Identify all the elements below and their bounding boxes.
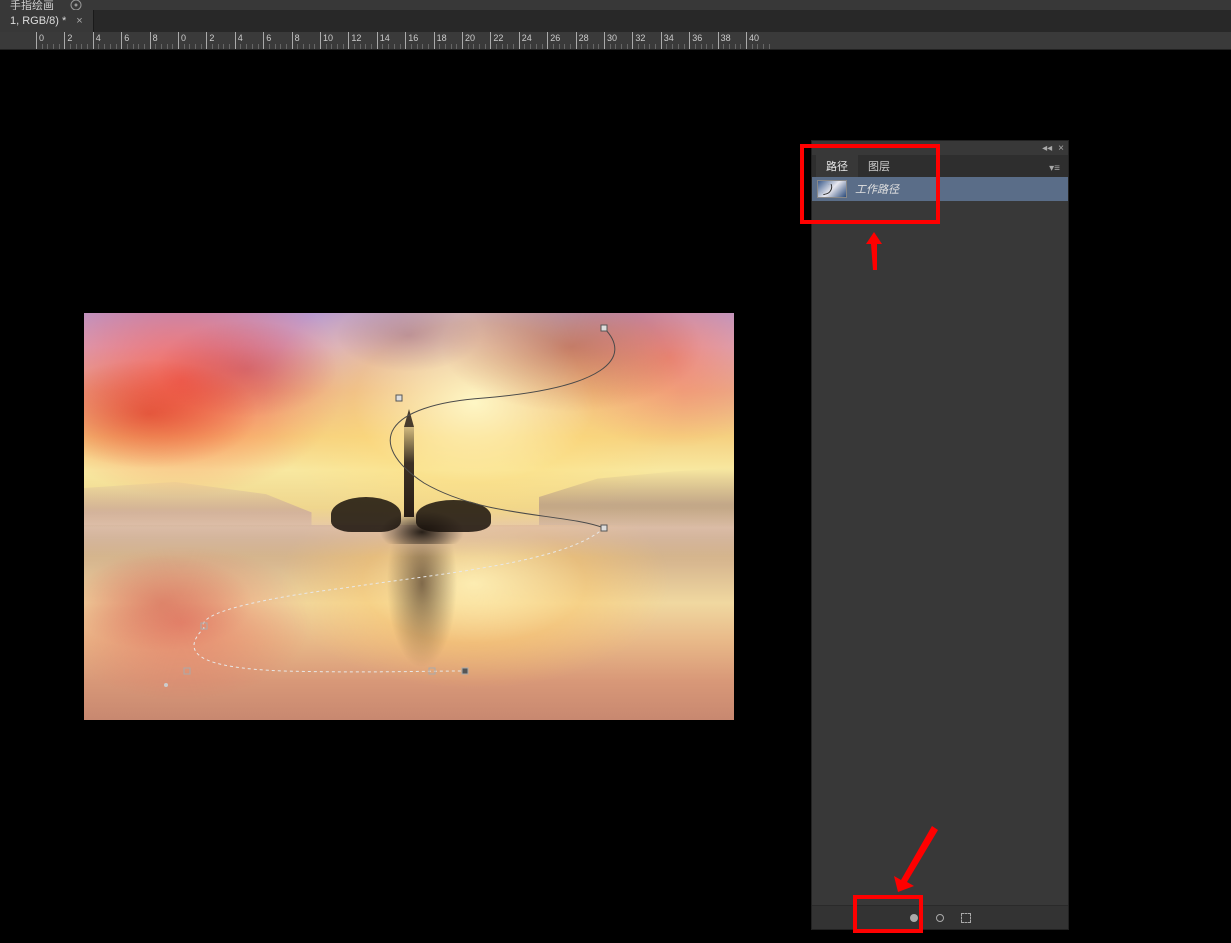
collapse-icon[interactable]: ◂◂ (1042, 143, 1052, 154)
close-icon[interactable]: × (1058, 143, 1064, 154)
document-tab-label: 1, RGB/8) * (10, 15, 66, 27)
path-thumbnail (817, 180, 847, 198)
options-bar: 手指绘画 (0, 0, 1231, 10)
ruler-horizontal[interactable]: 0246802468101214161820222426283032343638… (0, 32, 1231, 50)
close-icon[interactable]: × (76, 15, 82, 27)
path-list: 工作路径 (812, 177, 1068, 201)
paths-panel: ◂◂ × 路径 图层 ▾≡ 工作路径 (811, 140, 1069, 930)
tab-layers[interactable]: 图层 (858, 155, 900, 177)
panel-titlebar: ◂◂ × (812, 141, 1068, 155)
stroke-path-icon[interactable] (934, 912, 946, 924)
panel-menu-icon[interactable]: ▾≡ (1041, 160, 1068, 177)
tab-paths[interactable]: 路径 (816, 155, 858, 177)
path-to-selection-icon[interactable] (960, 912, 972, 924)
path-item-work-path[interactable]: 工作路径 (812, 177, 1068, 201)
image-content (84, 313, 734, 720)
document-tab[interactable]: 1, RGB/8) * × (0, 10, 94, 32)
image-canvas[interactable] (84, 313, 734, 720)
fill-path-icon[interactable] (908, 912, 920, 924)
panel-footer (812, 905, 1068, 929)
path-item-label: 工作路径 (855, 181, 899, 197)
document-tab-bar: 1, RGB/8) * × (0, 10, 1231, 32)
panel-tabs: 路径 图层 ▾≡ (812, 155, 1068, 177)
